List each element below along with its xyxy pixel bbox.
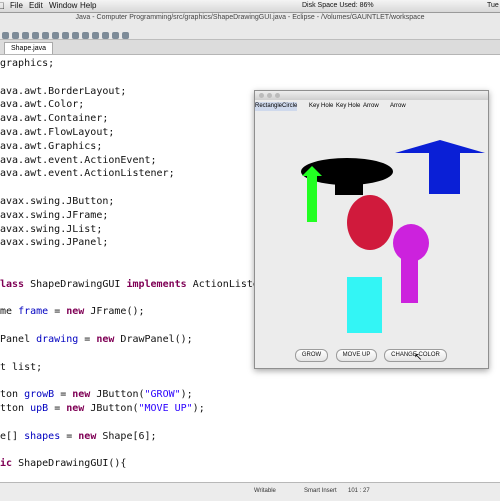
- green-arrow-shape: [302, 166, 322, 224]
- debug-icon[interactable]: [32, 32, 39, 39]
- status-bar: Writable Smart Insert 101 : 27: [0, 482, 500, 501]
- list-item[interactable]: Arrow: [390, 102, 406, 111]
- run-icon[interactable]: [42, 32, 49, 39]
- list-item[interactable]: Circle: [282, 102, 298, 111]
- external-tools-icon[interactable]: [52, 32, 59, 39]
- black-keyhole-stem-shape: [335, 171, 363, 195]
- menu-edit[interactable]: Edit: [29, 0, 43, 12]
- status-writable: Writable: [254, 488, 276, 494]
- code-line: ava.awt.FlowLayout;: [0, 127, 115, 138]
- code-line: e[] shapes = new Shape[6];: [0, 430, 157, 442]
- code-line: ava.awt.event.ActionListener;: [0, 168, 175, 180]
- save-icon[interactable]: [12, 32, 19, 39]
- back-icon[interactable]: [112, 32, 119, 39]
- eclipse-toolbar: Java - Computer Programming/src/graphics…: [0, 13, 500, 40]
- annotation-icon[interactable]: [102, 32, 109, 39]
- zoom-icon[interactable]: [275, 93, 280, 98]
- code-line: t list;: [0, 361, 43, 373]
- toolbar-icons: [2, 26, 132, 39]
- open-type-icon[interactable]: [82, 32, 89, 39]
- list-item[interactable]: Rectangle: [255, 102, 283, 111]
- status-insert-mode: Smart Insert: [304, 488, 337, 494]
- menu-bar:  File Edit Window Help Disk Space Used:…: [0, 0, 500, 21]
- code-line: ava.awt.BorderLayout;: [0, 85, 127, 97]
- list-item[interactable]: Arrow: [363, 102, 379, 111]
- code-line: avax.swing.JFrame;: [0, 209, 109, 221]
- menu-window[interactable]: Window: [49, 0, 77, 12]
- code-line: ava.awt.Graphics;: [0, 140, 103, 152]
- menu-help[interactable]: Help: [80, 0, 96, 12]
- code-line: avax.swing.JList;: [0, 223, 103, 235]
- disk-space-indicator: Disk Space Used: 86%: [302, 2, 374, 9]
- code-line: ava.awt.Container;: [0, 113, 109, 125]
- blue-arrow-shape: [395, 140, 485, 200]
- menu-file[interactable]: File: [10, 0, 23, 12]
- window-titlebar: [255, 91, 488, 100]
- tab-shape-java[interactable]: Shape.java: [4, 42, 54, 54]
- shape-list[interactable]: Rectangle Circle Key Hole Key Hole Arrow…: [255, 102, 488, 111]
- drawing-panel: [255, 111, 488, 341]
- code-line: avax.swing.JButton;: [0, 196, 115, 207]
- code-line: me frame = new JFrame();: [0, 306, 145, 318]
- search-icon[interactable]: [92, 32, 99, 39]
- editor-tab-bar: Shape.java: [0, 40, 500, 55]
- red-circle-shape: [347, 195, 393, 250]
- mouse-cursor-icon: ↖: [414, 352, 423, 363]
- code-line: graphics;: [0, 58, 55, 69]
- status-cursor-position: 101 : 27: [348, 488, 370, 494]
- cyan-rectangle-shape: [347, 277, 382, 333]
- code-line: lass ShapeDrawingGUI implements ActionLi…: [0, 278, 290, 290]
- code-line: tton upB = new JButton("MOVE UP");: [0, 403, 205, 414]
- apple-menu-icon[interactable]: : [0, 0, 5, 12]
- minimize-icon[interactable]: [267, 93, 272, 98]
- close-icon[interactable]: [259, 93, 264, 98]
- print-icon[interactable]: [22, 32, 29, 39]
- new-package-icon[interactable]: [62, 32, 69, 39]
- code-line: ava.awt.Color;: [0, 99, 85, 111]
- move-up-button[interactable]: MOVE UP: [336, 349, 377, 362]
- code-line: ton growB = new JButton("GROW");: [0, 389, 193, 401]
- forward-icon[interactable]: [122, 32, 129, 39]
- grow-button[interactable]: GROW: [295, 349, 328, 362]
- code-line: avax.swing.JPanel;: [0, 237, 109, 249]
- new-icon[interactable]: [2, 32, 9, 39]
- shape-drawing-window[interactable]: Rectangle Circle Key Hole Key Hole Arrow…: [254, 90, 489, 369]
- code-line: Panel drawing = new DrawPanel();: [0, 334, 193, 345]
- new-class-icon[interactable]: [72, 32, 79, 39]
- window-title: Java - Computer Programming/src/graphics…: [75, 14, 425, 21]
- list-item[interactable]: Key Hole: [309, 102, 333, 111]
- code-line: ic ShapeDrawingGUI(){: [0, 458, 127, 470]
- code-line: ava.awt.event.ActionEvent;: [0, 154, 157, 166]
- magenta-keyhole-stem-shape: [401, 251, 418, 303]
- list-item[interactable]: Key Hole: [336, 102, 360, 111]
